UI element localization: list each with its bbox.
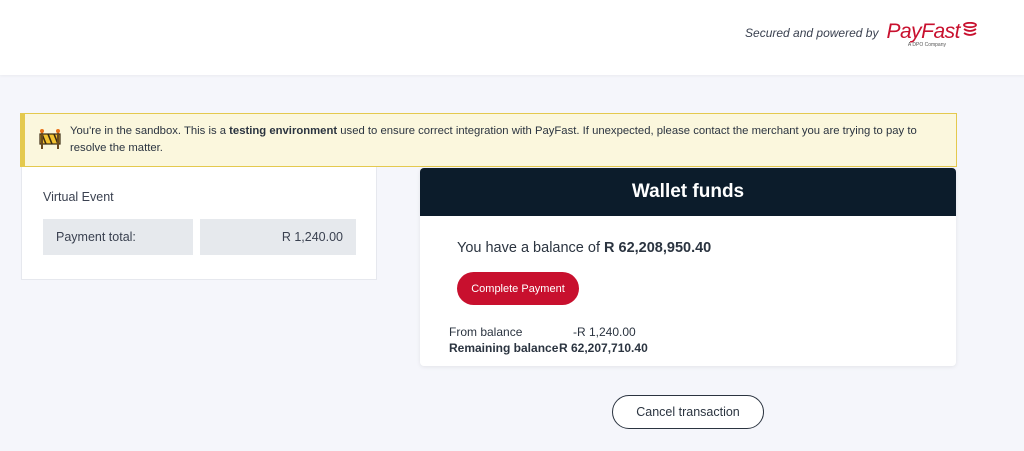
wallet-funds-card: Wallet funds You have a balance of R 62,… [420,168,956,366]
remaining-balance-label: Remaining balance [449,341,559,355]
complete-payment-button[interactable]: Complete Payment [457,272,579,305]
remaining-balance-value: R 62,207,710.40 [559,341,648,355]
from-balance-value: -R 1,240.00 [573,325,636,339]
sandbox-message: You're in the sandbox. This is a testing… [70,123,946,157]
from-balance-label: From balance [449,325,523,339]
order-item-name: Virtual Event [43,190,114,204]
balance-value: R 62,208,950.40 [604,240,712,256]
top-header: Secured and powered by PayFast A DPO Com… [0,0,1024,75]
payfast-coins-icon [963,22,977,36]
logo-subtext: A DPO Company [907,42,946,48]
powered-by: Secured and powered by PayFast A DPO Com… [745,20,977,48]
sandbox-banner: You're in the sandbox. This is a testing… [20,113,957,167]
payfast-logo: PayFast A DPO Company [886,20,977,48]
balance-prefix: You have a balance of [457,240,605,256]
powered-by-text: Secured and powered by [745,26,879,40]
banner-text-bold: testing environment [229,125,338,137]
logo-wordmark: PayFast [886,20,960,43]
wallet-title: Wallet funds [420,168,956,216]
balance-line: You have a balance of R 62,208,950.40 [457,240,711,256]
payment-total-label: Payment total: [43,219,193,255]
order-summary-card: Virtual Event Payment total: R 1,240.00 [21,167,377,280]
banner-text-start: You're in the sandbox. This is a [70,125,230,137]
payment-total-value: R 1,240.00 [200,219,356,255]
cancel-transaction-button[interactable]: Cancel transaction [612,395,764,429]
sandbox-sign-icon [39,129,61,149]
